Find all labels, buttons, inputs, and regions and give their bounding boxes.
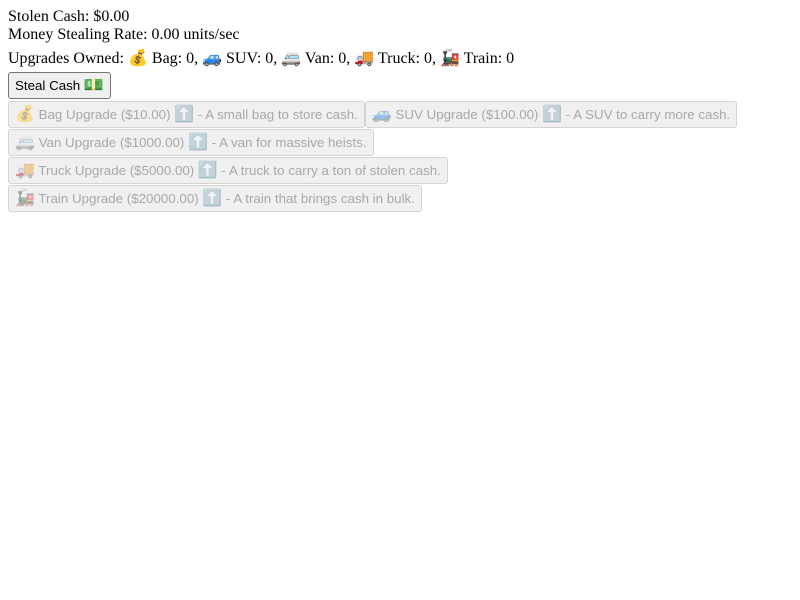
upgrade-row: 🚚 Truck Upgrade ($5000.00) ⬆️ - A truck … bbox=[8, 157, 792, 185]
upgrade-description: - A truck to carry a ton of stolen cash. bbox=[217, 163, 441, 178]
truck-upgrade-button[interactable]: 🚚 Truck Upgrade ($5000.00) ⬆️ - A truck … bbox=[8, 157, 448, 184]
truck-icon: 🚚 bbox=[354, 50, 375, 67]
train-upgrade-button[interactable]: 🚂 Train Upgrade ($20000.00) ⬆️ - A train… bbox=[8, 185, 422, 212]
suv-icon: 🚙 bbox=[202, 50, 223, 67]
up-arrow-icon: ⬆️ bbox=[542, 106, 563, 123]
owned-van-count: Van: 0, bbox=[301, 50, 355, 67]
suv-upgrade-button[interactable]: 🚙 SUV Upgrade ($100.00) ⬆️ - A SUV to ca… bbox=[364, 101, 738, 128]
upgrade-name: SUV Upgrade ($100.00) bbox=[391, 107, 543, 122]
upgrade-row: 💰 Bag Upgrade ($10.00) ⬆️ - A small bag … bbox=[8, 101, 792, 129]
truck-icon: 🚚 bbox=[15, 162, 35, 179]
owned-bag-count: Bag: 0, bbox=[147, 50, 203, 67]
money-bag-icon: 💰 bbox=[127, 50, 148, 67]
upgrades-owned-display: Upgrades Owned: 💰 Bag: 0, 🚙 SUV: 0, 🚐 Va… bbox=[8, 50, 792, 68]
steal-cash-button[interactable]: Steal Cash 💵 bbox=[8, 72, 111, 99]
upgrade-name: Train Upgrade ($20000.00) bbox=[34, 191, 203, 206]
owned-truck-count: Truck: 0, bbox=[374, 50, 440, 67]
game-container: Stolen Cash: $0.00 Money Stealing Rate: … bbox=[0, 0, 800, 221]
bag-upgrade-button[interactable]: 💰 Bag Upgrade ($10.00) ⬆️ - A small bag … bbox=[8, 101, 365, 128]
up-arrow-icon: ⬆️ bbox=[197, 162, 218, 179]
steal-cash-label: Steal Cash bbox=[15, 78, 84, 93]
upgrade-name: Van Upgrade ($1000.00) bbox=[34, 135, 189, 150]
suv-icon: 🚙 bbox=[371, 106, 392, 123]
upgrade-name: Truck Upgrade ($5000.00) bbox=[34, 163, 198, 178]
stealing-rate-value: 0.00 units/sec bbox=[151, 26, 240, 43]
upgrade-description: - A small bag to store cash. bbox=[194, 107, 358, 122]
train-icon: 🚂 bbox=[439, 50, 460, 67]
owned-suv-count: SUV: 0, bbox=[222, 50, 282, 67]
upgrade-list: 💰 Bag Upgrade ($10.00) ⬆️ - A small bag … bbox=[8, 101, 792, 213]
stolen-cash-value: $0.00 bbox=[93, 8, 130, 25]
van-icon: 🚐 bbox=[15, 134, 35, 151]
stealing-rate-label: Money Stealing Rate: bbox=[8, 26, 152, 43]
upgrade-description: - A van for massive heists. bbox=[207, 135, 367, 150]
upgrade-name: Bag Upgrade ($10.00) bbox=[34, 107, 175, 122]
train-icon: 🚂 bbox=[15, 190, 35, 207]
stolen-cash-label: Stolen Cash: bbox=[8, 8, 94, 25]
van-upgrade-button[interactable]: 🚐 Van Upgrade ($1000.00) ⬆️ - A van for … bbox=[8, 129, 374, 156]
stolen-cash-display: Stolen Cash: $0.00 bbox=[8, 8, 792, 26]
upgrades-owned-label: Upgrades Owned: bbox=[8, 50, 128, 67]
up-arrow-icon: ⬆️ bbox=[188, 134, 208, 151]
upgrade-row: 🚂 Train Upgrade ($20000.00) ⬆️ - A train… bbox=[8, 185, 792, 213]
owned-train-count: Train: 0 bbox=[459, 50, 515, 67]
stealing-rate-display: Money Stealing Rate: 0.00 units/sec bbox=[8, 26, 792, 44]
upgrade-description: - A train that brings cash in bulk. bbox=[222, 191, 415, 206]
upgrade-row: 🚐 Van Upgrade ($1000.00) ⬆️ - A van for … bbox=[8, 129, 792, 157]
van-icon: 🚐 bbox=[281, 50, 302, 67]
money-bag-icon: 💰 bbox=[15, 106, 35, 123]
up-arrow-icon: ⬆️ bbox=[174, 106, 195, 123]
steal-row: Steal Cash 💵 bbox=[8, 72, 792, 101]
dollar-bill-icon: 💵 bbox=[83, 77, 104, 94]
upgrade-description: - A SUV to carry more cash. bbox=[562, 107, 731, 122]
up-arrow-icon: ⬆️ bbox=[202, 190, 223, 207]
